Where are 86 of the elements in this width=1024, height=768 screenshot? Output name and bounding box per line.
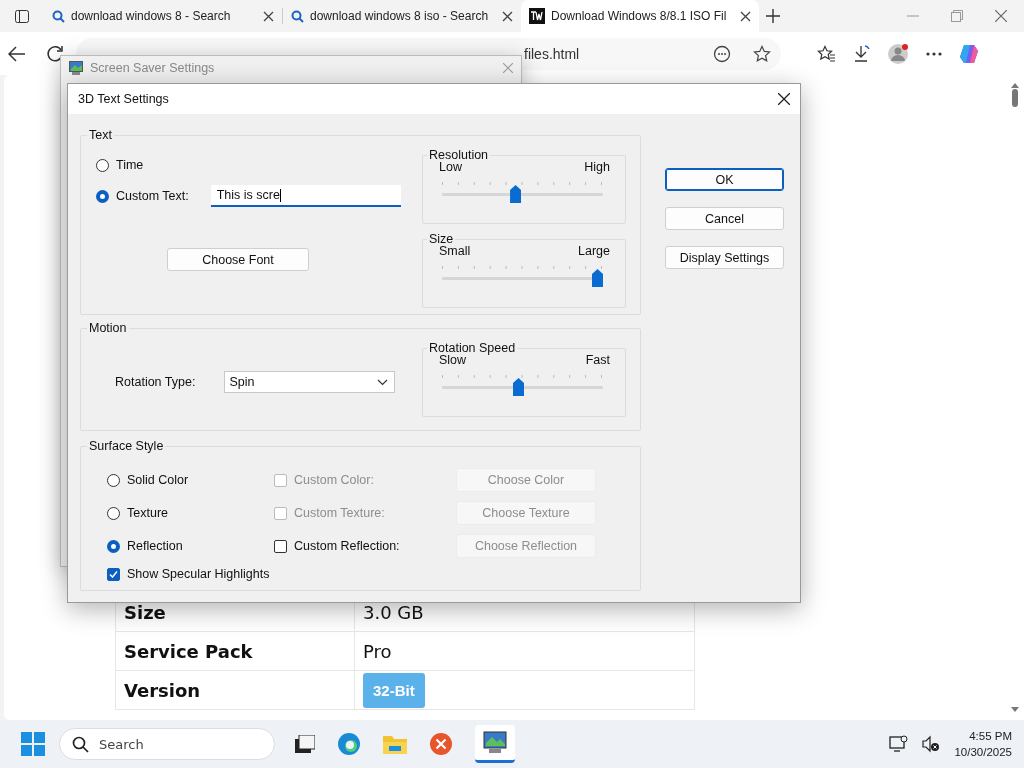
new-tab-icon[interactable] bbox=[765, 8, 781, 24]
favorites-icon[interactable] bbox=[817, 44, 836, 63]
checkmark-icon bbox=[109, 570, 118, 578]
slider-thumb[interactable] bbox=[592, 269, 603, 287]
group-label: Text bbox=[88, 128, 113, 142]
input-value: This is scre bbox=[216, 188, 280, 202]
choose-font-button[interactable]: Choose Font bbox=[167, 248, 309, 271]
slider-min-label: Slow bbox=[439, 353, 467, 367]
task-view-icon[interactable] bbox=[295, 735, 315, 753]
close-icon[interactable] bbox=[740, 10, 751, 22]
time-text: 4:55 PM bbox=[969, 729, 1012, 744]
radio-label: Custom Text: bbox=[116, 189, 189, 203]
scroll-up-icon[interactable] bbox=[1010, 81, 1020, 89]
clock[interactable]: 4:55 PM 10/30/2025 bbox=[954, 728, 1012, 760]
download-icon[interactable] bbox=[853, 44, 870, 63]
search-icon bbox=[52, 9, 65, 23]
radio-button[interactable] bbox=[96, 158, 109, 172]
slider-thumb[interactable] bbox=[510, 185, 522, 203]
group-label: Size bbox=[428, 232, 455, 246]
profile-avatar-icon[interactable] bbox=[887, 42, 909, 65]
copilot-icon[interactable] bbox=[959, 42, 979, 65]
scroll-down-icon[interactable] bbox=[1010, 706, 1020, 714]
field-label: Rotation Type: bbox=[115, 375, 196, 389]
chevron-down-icon bbox=[377, 378, 389, 386]
start-icon[interactable] bbox=[21, 732, 45, 756]
group-label: Surface Style bbox=[88, 439, 165, 453]
read-aloud-icon[interactable] bbox=[713, 44, 731, 63]
version-badge: 32-Bit bbox=[363, 672, 425, 708]
browser-tab[interactable]: download windows 8 - Search bbox=[44, 0, 282, 32]
tab-actions-icon[interactable] bbox=[14, 8, 30, 24]
table-cell: Version bbox=[115, 670, 355, 710]
error-app-icon[interactable] bbox=[429, 732, 453, 756]
slider-min-label: Low bbox=[439, 160, 462, 174]
slider-thumb[interactable] bbox=[513, 378, 524, 396]
search-placeholder: Search bbox=[99, 736, 144, 752]
group-label: Motion bbox=[88, 321, 128, 335]
restore-icon[interactable] bbox=[951, 10, 963, 22]
slider-max-label: High bbox=[584, 160, 610, 174]
group-label: Rotation Speed bbox=[428, 341, 517, 355]
dialog-button[interactable]: OK bbox=[665, 168, 784, 191]
close-icon[interactable] bbox=[263, 10, 274, 22]
radio-label: Reflection bbox=[127, 539, 183, 553]
dialog-button[interactable]: Cancel bbox=[665, 207, 784, 230]
close-icon[interactable] bbox=[502, 10, 513, 22]
radio-label: Time bbox=[116, 158, 144, 172]
checkbox-label: Show Specular Highlights bbox=[127, 567, 270, 581]
checkbox-label: Custom Color: bbox=[294, 473, 374, 487]
active-app-tile[interactable] bbox=[475, 725, 515, 763]
dialog-title: 3D Text Settings bbox=[78, 92, 169, 106]
slider-max-label: Large bbox=[578, 244, 610, 258]
search-icon bbox=[72, 735, 89, 753]
dropdown-value: Spin bbox=[229, 375, 255, 389]
checkbox-label: Custom Texture: bbox=[294, 506, 385, 520]
muted-speaker-icon[interactable] bbox=[922, 735, 941, 753]
radio-button[interactable] bbox=[107, 506, 120, 520]
browser-tab[interactable]: Download Windows 8/8.1 ISO Fil bbox=[521, 0, 759, 32]
taskbar-search[interactable]: Search bbox=[59, 728, 275, 760]
close-icon[interactable] bbox=[778, 93, 790, 105]
address-text: files.html bbox=[524, 45, 581, 62]
table-cell: Pro bbox=[354, 631, 695, 671]
screen-saver-icon bbox=[483, 731, 507, 754]
checkbox[interactable] bbox=[107, 567, 120, 581]
screen-saver-icon bbox=[69, 61, 83, 75]
group-label: Resolution bbox=[428, 148, 490, 162]
site-logo-icon bbox=[529, 8, 545, 24]
checkbox[interactable] bbox=[274, 539, 287, 553]
radio-label: Texture bbox=[127, 506, 168, 520]
slider-min-label: Small bbox=[439, 244, 471, 258]
back-icon[interactable] bbox=[8, 44, 26, 63]
radio-button[interactable] bbox=[107, 473, 120, 487]
radio-button[interactable] bbox=[96, 189, 109, 203]
radio-button[interactable] bbox=[107, 539, 120, 553]
rotation-type-dropdown[interactable]: Spin bbox=[224, 371, 396, 393]
slider-max-label: Fast bbox=[585, 353, 610, 367]
radio-label: Solid Color bbox=[127, 473, 189, 487]
table-cell: Service Pack bbox=[115, 631, 355, 671]
checkbox-label: Custom Reflection: bbox=[294, 539, 400, 553]
browser-icon[interactable] bbox=[337, 732, 361, 756]
network-icon[interactable] bbox=[889, 735, 909, 753]
star-icon[interactable] bbox=[753, 44, 771, 63]
text-input[interactable]: This is scre bbox=[210, 185, 401, 207]
refresh-icon[interactable] bbox=[46, 44, 64, 63]
search-icon bbox=[291, 9, 304, 23]
dialog-button[interactable]: Display Settings bbox=[665, 246, 784, 269]
date-text: 10/30/2025 bbox=[954, 745, 1012, 760]
browser-tab[interactable]: download windows 8 iso - Search bbox=[283, 0, 521, 32]
